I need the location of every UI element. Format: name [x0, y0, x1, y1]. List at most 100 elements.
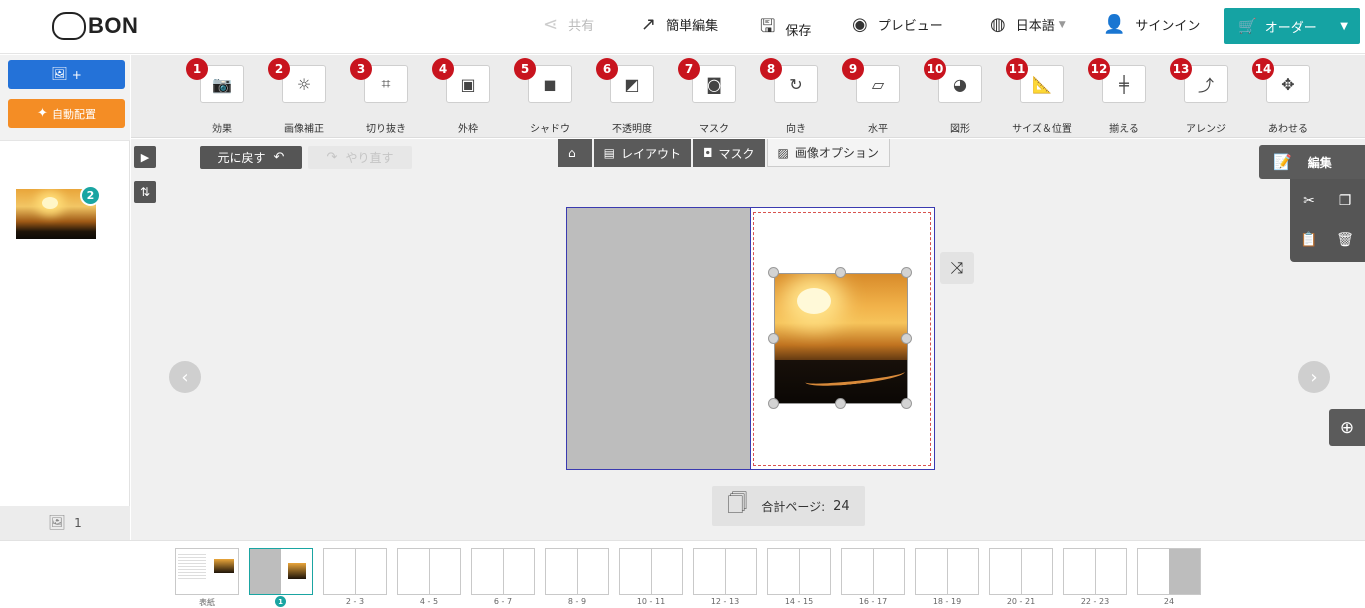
tab-layout[interactable]: ▤ レイアウト: [593, 139, 691, 167]
selected-photo[interactable]: [774, 273, 908, 404]
page-thumbnail[interactable]: [693, 548, 757, 595]
edit-panel-tab[interactable]: 📝 編集: [1259, 145, 1365, 179]
delete-button[interactable]: 🗑: [1332, 226, 1358, 254]
level-icon: ▱: [871, 74, 885, 94]
page-thumbnail[interactable]: [545, 548, 609, 595]
copy-button[interactable]: ❐: [1332, 187, 1358, 215]
tool-rotate[interactable]: 8 ↻ 向き: [760, 58, 824, 135]
resize-handle[interactable]: [768, 333, 779, 344]
tool-shadow[interactable]: 5 ◼ シャドウ: [514, 58, 578, 135]
resize-handle[interactable]: [901, 333, 912, 344]
share-button[interactable]: ⋖ 共有: [543, 14, 594, 35]
page-spread[interactable]: [566, 207, 935, 470]
tool-brightness[interactable]: 2 ☼ 画像補正: [268, 58, 332, 135]
tool-number-badge: 5: [514, 58, 536, 80]
chevron-left-icon: ‹: [181, 366, 189, 388]
cut-button[interactable]: ✂: [1296, 187, 1322, 215]
chevron-down-icon: ▼: [1340, 20, 1348, 32]
page-thumbnail[interactable]: [767, 548, 831, 595]
tab-image-options[interactable]: ▨ 画像オプション: [766, 139, 890, 167]
tool-crop[interactable]: 3 ⌗ 切り抜き: [350, 58, 414, 135]
image-options-icon: ▨: [777, 145, 789, 160]
resize-handle[interactable]: [835, 398, 846, 409]
page-label: 18 - 19: [932, 597, 962, 606]
layout-icon: ▤: [603, 146, 615, 160]
tool-level[interactable]: 9 ▱ 水平: [842, 58, 906, 135]
bon-logo[interactable]: BON: [52, 12, 138, 40]
page-thumbnail[interactable]: [619, 548, 683, 595]
redo-button[interactable]: ↷ やり直す: [308, 146, 412, 169]
order-button[interactable]: 🛒 オーダー ▼: [1224, 8, 1360, 44]
next-page-button[interactable]: ›: [1298, 361, 1330, 393]
tool-arrange[interactable]: 13 ⤴ アレンジ: [1170, 58, 1234, 135]
preview-button[interactable]: ◉ プレビュー: [852, 14, 943, 35]
trash-icon: 🗑: [1336, 232, 1354, 248]
page-thumbnail[interactable]: [471, 548, 535, 595]
mask-tab-icon: ◘: [702, 146, 713, 160]
tab-label: 画像オプション: [794, 146, 879, 160]
zoom-button[interactable]: ⊕: [1329, 409, 1365, 446]
tool-mask[interactable]: 7 ◙ マスク: [678, 58, 742, 135]
signin-button[interactable]: 👤 サインイン: [1103, 14, 1200, 35]
tab-mask-tab[interactable]: ◘ マスク: [692, 139, 765, 167]
resize-handle[interactable]: [901, 267, 912, 278]
tool-frame[interactable]: 4 ▣ 外枠: [432, 58, 496, 135]
page-thumbnail[interactable]: [249, 548, 313, 595]
language-select[interactable]: ◍ 日本語 ▼: [990, 14, 1066, 35]
page-thumbnail[interactable]: [397, 548, 461, 595]
editor-canvas: ▶ ⇅ 元に戻す ↶ ↷ やり直す ⌂ ▤ レイアウト ◘ マスク ▨ 画像オプション ⤨ …: [131, 139, 1365, 540]
scissors-icon: ✂: [1303, 193, 1315, 209]
shuffle-button[interactable]: ⤨: [940, 252, 974, 284]
photo-sidebar: 🖼 + ✦ 自動配置 2 🖼 1: [0, 55, 130, 540]
page-label: 20 - 21: [1006, 597, 1036, 606]
tool-move[interactable]: 14 ✥ あわせる: [1252, 58, 1316, 135]
page-thumbnail[interactable]: [323, 548, 387, 595]
tool-number-badge: 3: [350, 58, 372, 80]
save-button[interactable]: 🖫 保存: [760, 14, 811, 44]
add-photos-button[interactable]: 🖼 +: [8, 60, 125, 89]
page-thumbnail[interactable]: [175, 548, 239, 595]
tool-label: サイズ＆位置: [1012, 124, 1072, 135]
page-label: 2 - 3: [345, 597, 365, 606]
page-thumbnail[interactable]: [841, 548, 905, 595]
pages-icon: 🗍: [727, 491, 748, 515]
sidebar-actions: 🖼 + ✦ 自動配置: [0, 55, 130, 141]
page-thumbnail[interactable]: [915, 548, 979, 595]
logo-text: BON: [88, 13, 139, 38]
eye-icon: ◉: [852, 14, 868, 35]
tool-align[interactable]: 12 ╪ 揃える: [1088, 58, 1152, 135]
page-label: 14 - 15: [784, 597, 814, 606]
camera-star-icon: 📷: [212, 74, 232, 94]
tab-home[interactable]: ⌂: [558, 139, 592, 167]
auto-layout-button[interactable]: ✦ 自動配置: [8, 99, 125, 128]
tool-number-badge: 9: [842, 58, 864, 80]
resize-handle[interactable]: [768, 398, 779, 409]
tool-ruler[interactable]: 11 📐 サイズ＆位置: [1006, 58, 1072, 135]
tool-number-badge: 8: [760, 58, 782, 80]
sort-button[interactable]: ⇅: [134, 181, 156, 203]
page-thumbnail[interactable]: [1137, 548, 1201, 595]
undo-button[interactable]: 元に戻す ↶: [200, 146, 302, 169]
tool-camera-star[interactable]: 1 📷 効果: [186, 58, 250, 135]
tool-label: 画像補正: [284, 124, 324, 135]
resize-handle[interactable]: [768, 267, 779, 278]
page-label: 16 - 17: [858, 597, 888, 606]
tool-opacity[interactable]: 6 ◩ 不透明度: [596, 58, 660, 135]
prev-page-button[interactable]: ‹: [169, 361, 201, 393]
ruler-icon: 📐: [1032, 74, 1052, 94]
page-thumbnail[interactable]: [1063, 548, 1127, 595]
play-right-icon: ▶: [140, 150, 150, 164]
resize-handle[interactable]: [901, 398, 912, 409]
tool-shape[interactable]: 10 ◕ 図形: [924, 58, 988, 135]
zoom-in-icon: ⊕: [1339, 417, 1355, 438]
expand-sidebar-button[interactable]: ▶: [134, 146, 156, 168]
photos-icon: 🖼: [48, 515, 67, 531]
undo-icon: ↶: [273, 150, 285, 165]
page-thumbnail[interactable]: [989, 548, 1053, 595]
simple-edit-button[interactable]: ↗ 簡単編集: [641, 14, 718, 35]
resize-handle[interactable]: [835, 267, 846, 278]
shadow-icon: ◼: [543, 74, 557, 94]
left-page[interactable]: [567, 208, 751, 469]
tab-label: レイアウト: [620, 146, 681, 161]
paste-button[interactable]: 📋: [1296, 226, 1322, 254]
